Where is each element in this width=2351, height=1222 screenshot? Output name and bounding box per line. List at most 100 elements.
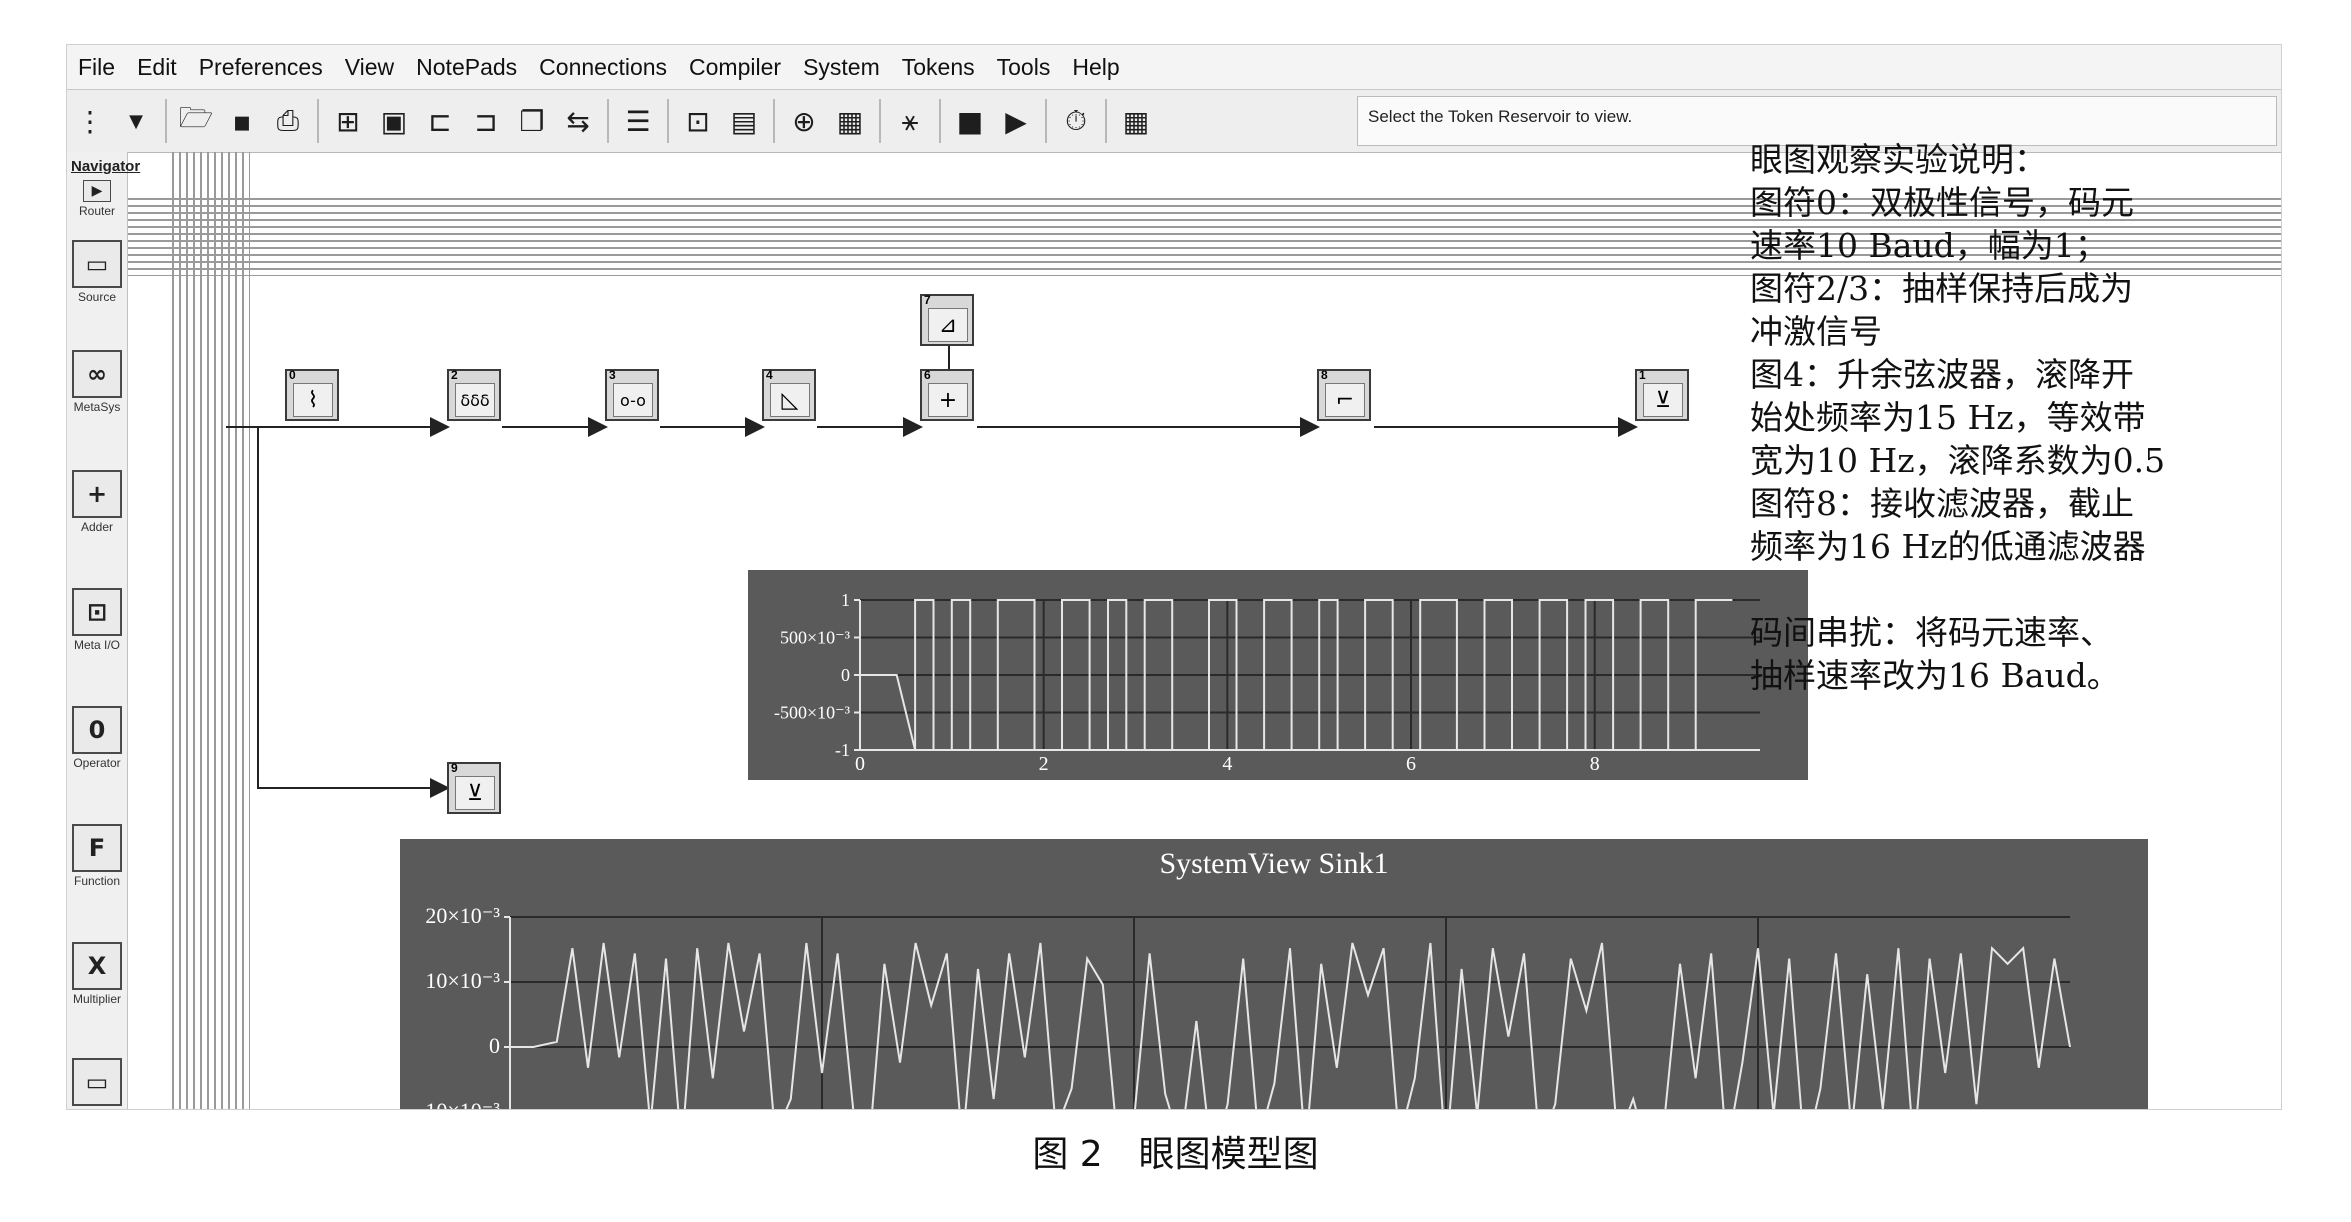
timer-icon[interactable]: ⏱ (1058, 103, 1094, 139)
toolbar-separator (317, 99, 319, 143)
token-lowpass-8[interactable]: 8 ⌐ (1317, 368, 1371, 421)
hold-icon: o-o (613, 383, 653, 417)
nav-label: Meta I/O (73, 638, 120, 652)
toolbar-separator (1105, 99, 1107, 143)
note-line: 始处频率为15 Hz，等效带 (1750, 398, 2146, 437)
menu-system[interactable]: System (792, 54, 891, 81)
display-icon[interactable]: ▣ (376, 103, 412, 139)
series-line (510, 942, 2071, 1109)
menu-view[interactable]: View (334, 54, 405, 81)
token-number: 6 (924, 368, 931, 382)
token-sink-1[interactable]: 1 ⊻ (1635, 368, 1689, 421)
y-tick-label: -500×10⁻³ (774, 703, 851, 723)
sink-9-plot[interactable]: 1 500×10⁻³ 0 -500×10⁻³ -1 0 2 4 6 8 (748, 570, 1808, 780)
nav-label: Adder (80, 520, 114, 534)
note-line: 频率为16 Hz的低通滤波器 (1750, 527, 2146, 566)
x-tick-label: 2 (1039, 753, 1049, 775)
y-tick-label: 20×10⁻³ (425, 903, 500, 928)
menu-edit[interactable]: Edit (126, 54, 188, 81)
nav-metasys[interactable]: ∞ MetaSys (67, 350, 127, 414)
token-number: 7 (924, 293, 931, 307)
figure-caption: 图 2 眼图模型图 (1032, 1134, 1319, 1175)
stop-icon[interactable]: ■ (952, 103, 988, 139)
sink-icon: ▭ (72, 1058, 122, 1106)
dropdown-arrow-icon[interactable]: ▼ (118, 103, 154, 139)
grid-icon[interactable]: ⊞ (330, 103, 366, 139)
token-hold-3[interactable]: 3 o-o (605, 368, 659, 421)
source-icon: ▭ (72, 240, 122, 288)
router-icon: ▶ (83, 180, 111, 202)
note-line: 速率10 Baud，幅为1； (1750, 226, 2108, 265)
nav-sink[interactable]: ▭ (67, 1058, 127, 1106)
menu-help[interactable]: Help (1061, 54, 1130, 81)
note-line: 眼图观察实验说明： (1750, 140, 2047, 179)
notes-icon[interactable]: ☰ (620, 103, 656, 139)
chart-title: SystemView Sink1 (1159, 847, 1389, 880)
run-icon[interactable]: ▶ (998, 103, 1034, 139)
nav-source[interactable]: ▭ Source (67, 240, 127, 304)
group-icon[interactable]: ⊡ (680, 103, 716, 139)
token-sample-2[interactable]: 2 δδδ (447, 368, 501, 421)
token-noise-7[interactable]: 7 ⊿ (920, 293, 974, 346)
nav-label: Multiplier (72, 992, 121, 1006)
menu-connections[interactable]: Connections (528, 54, 678, 81)
menu-preferences[interactable]: Preferences (188, 54, 334, 81)
nav-function[interactable]: F Function (67, 824, 127, 888)
connect-icon[interactable]: ⊏ (422, 103, 458, 139)
token-adder-6[interactable]: 6 + (920, 368, 974, 421)
menu-bar: File Edit Preferences View NotePads Conn… (67, 45, 2281, 89)
target-icon[interactable]: ⊕ (786, 103, 822, 139)
note-line: 图符0：双极性信号，码元 (1750, 183, 2134, 222)
function-icon: F (72, 824, 122, 872)
note-line: 图符8：接收滤波器，截止 (1750, 484, 2134, 523)
token-number: 9 (451, 761, 458, 775)
toolbar-separator (667, 99, 669, 143)
meter-icon[interactable]: ⚹ (892, 103, 928, 139)
sink-1-plot[interactable]: SystemView Sink1 20×10⁻³ 10×10⁻³ 0 -10×10⁻³… (400, 839, 2148, 1110)
token-number: 0 (289, 368, 296, 382)
lowpass-icon: ⌐ (1325, 383, 1365, 417)
adder-icon: + (72, 470, 122, 518)
reorder-icon[interactable]: ⇆ (560, 103, 596, 139)
duplicate-icon[interactable]: ❐ (514, 103, 550, 139)
nav-adder[interactable]: + Adder (67, 470, 127, 534)
nav-router[interactable]: ▶ Router (67, 180, 127, 218)
token-sink-9[interactable]: 9 ⊻ (447, 761, 501, 814)
experiment-notes: 眼图观察实验说明： 图符0：双极性信号，码元 速率10 Baud，幅为1； 图符… (1750, 138, 2250, 697)
metasys-icon: ∞ (72, 350, 122, 398)
nav-meta-io[interactable]: ⊡ Meta I/O (67, 588, 127, 652)
menu-file[interactable]: File (67, 54, 126, 81)
menu-tools[interactable]: Tools (986, 54, 1062, 81)
screen-icon[interactable]: ▤ (726, 103, 762, 139)
nav-label: Function (73, 874, 121, 888)
token-source-0[interactable]: 0 ⌇ (285, 368, 339, 421)
toolbar-separator (939, 99, 941, 143)
token-number: 3 (609, 368, 616, 382)
token-number: 4 (766, 368, 773, 382)
token-number: 8 (1321, 368, 1328, 382)
menu-notepads[interactable]: NotePads (405, 54, 528, 81)
y-tick-label: -1 (835, 740, 850, 760)
token-filter-4[interactable]: 4 ◺ (762, 368, 816, 421)
y-tick-label: -10×10⁻³ (418, 1098, 500, 1110)
menu-tokens[interactable]: Tokens (891, 54, 986, 81)
tiles-icon[interactable]: ▦ (1118, 103, 1154, 139)
disconnect-icon[interactable]: ⊐ (468, 103, 504, 139)
y-tick-label: 1 (841, 590, 850, 610)
sink-9-chart: 1500×10⁻³0-500×10⁻³-10 2 4 6 8 (774, 590, 1760, 775)
save-icon[interactable]: ▪ (224, 103, 260, 139)
nav-operator[interactable]: 0 Operator (67, 706, 127, 770)
print-icon[interactable]: ⎙ (270, 103, 306, 139)
nav-label: Router (78, 204, 116, 218)
toolbar-separator (165, 99, 167, 143)
menu-compiler[interactable]: Compiler (678, 54, 792, 81)
matrix-icon[interactable]: ▦ (832, 103, 868, 139)
note-line (1750, 568, 2250, 611)
noise-icon: ⊿ (928, 308, 968, 342)
note-line: 宽为10 Hz，滚降系数为0.5 (1750, 441, 2166, 480)
y-tick-label: 0 (841, 665, 850, 685)
nav-multiplier[interactable]: X Multiplier (67, 942, 127, 1006)
x-tick-label: 6 (1406, 753, 1416, 775)
token-stack-icon[interactable]: ⋮ (72, 103, 108, 139)
open-folder-icon[interactable]: 🗁 (178, 101, 214, 139)
